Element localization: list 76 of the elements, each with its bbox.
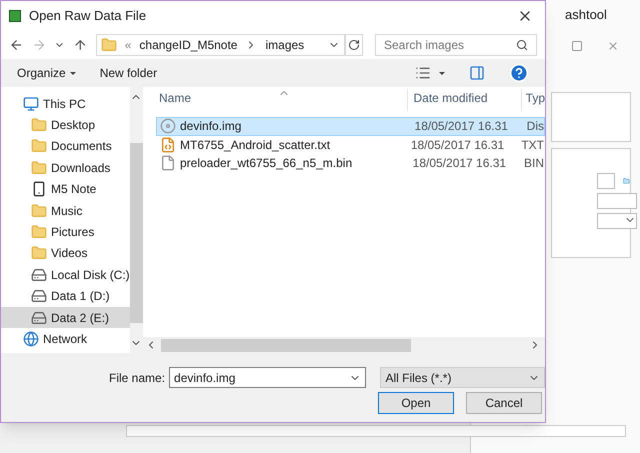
up-icon[interactable] — [73, 37, 88, 53]
dropdown[interactable] — [597, 213, 637, 229]
nav-item[interactable]: Data 2 (E:) — [1, 306, 130, 328]
refresh-button[interactable] — [344, 34, 363, 56]
file-name: devinfo.img — [180, 118, 242, 136]
dialog-title: Open Raw Data File — [29, 7, 148, 26]
computer-icon — [23, 96, 39, 112]
column-header[interactable]: Typ — [522, 89, 545, 111]
drive-icon — [31, 288, 47, 304]
cancel-button[interactable]: Cancel — [466, 392, 542, 414]
column-header[interactable]: Name — [141, 89, 408, 111]
nav-item[interactable]: Desktop — [1, 114, 130, 136]
file-name: preloader_wt6755_66_n5_m.bin — [180, 155, 352, 172]
nav-item[interactable]: Data 1 (D:) — [1, 286, 130, 307]
text-field[interactable] — [597, 173, 616, 189]
type-cell-text: BIN — [522, 155, 544, 172]
file-type-dropdown[interactable]: All Files (*.*) — [380, 367, 545, 388]
preview-pane-icon[interactable] — [469, 65, 485, 81]
folder-icon — [31, 245, 47, 262]
horizontal-scrollbar[interactable] — [141, 337, 545, 353]
breadcrumb-item[interactable]: images — [265, 36, 304, 54]
folder-icon — [31, 160, 47, 176]
search-icon — [516, 39, 528, 51]
file-name: MT6755_Android_scatter.txt — [180, 136, 330, 154]
new-folder-button[interactable]: New folder — [100, 64, 158, 82]
script-file-icon — [160, 136, 176, 153]
breadcrumb-overflow[interactable]: « — [124, 36, 132, 54]
help-icon[interactable] — [509, 63, 529, 83]
nav-item[interactable]: Pictures — [1, 221, 130, 243]
maximize-icon[interactable] — [571, 40, 583, 52]
window-title: ashtool — [565, 6, 607, 24]
network-icon — [23, 330, 39, 347]
nav-item[interactable]: This PC — [1, 93, 130, 114]
scroll-thumb[interactable] — [161, 338, 411, 352]
date-cell-text: 18/05/2017 16.31 — [410, 136, 506, 154]
nav-item[interactable]: Videos — [1, 242, 130, 264]
date-cell-text: 18/05/2017 16.31 — [414, 118, 509, 136]
drive-icon — [31, 266, 47, 283]
date-cell-text: 18/05/2017 16.31 — [412, 155, 508, 172]
forward-icon[interactable] — [32, 37, 46, 53]
folder-icon — [31, 202, 47, 219]
file-row[interactable]: devinfo.img 18/05/2017 16.31 Dis — [156, 117, 545, 136]
scroll-thumb[interactable] — [130, 143, 143, 323]
breadcrumb-item[interactable]: changeID_M5note — [139, 36, 238, 54]
caret-icon — [70, 72, 76, 74]
disc-file-icon — [160, 118, 176, 134]
file-icon — [160, 155, 176, 172]
column-header[interactable]: Date modified — [408, 89, 522, 111]
organize-button[interactable]: Organize — [17, 64, 76, 82]
file-row[interactable]: MT6755_Android_scatter.txt 18/05/2017 16.31 TXT — [156, 136, 545, 154]
nav-item[interactable]: Network — [1, 328, 130, 350]
nav-item[interactable]: Music — [1, 200, 130, 222]
type-cell-text: TXT — [520, 136, 544, 154]
caret-icon[interactable] — [439, 72, 445, 74]
folder-icon — [31, 138, 47, 154]
nav-item[interactable]: Local Disk (C:) — [1, 264, 130, 286]
file-name-field[interactable]: devinfo.img — [169, 367, 366, 388]
folder-icon — [31, 117, 47, 134]
search-field[interactable]: Search images — [374, 34, 538, 56]
nav-item[interactable]: Documents — [1, 136, 130, 158]
file-row[interactable]: preloader_wt6755_66_n5_m.bin 18/05/2017 16.31 BIN — [156, 154, 545, 172]
app-icon — [9, 10, 21, 22]
address-bar[interactable]: « changeID_M5note images — [96, 34, 345, 56]
folder-icon — [100, 37, 117, 53]
type-cell-text: Dis — [526, 118, 544, 136]
text-field[interactable] — [597, 193, 637, 209]
refresh-icon — [348, 39, 360, 51]
back-icon[interactable] — [9, 37, 24, 53]
nav-item[interactable]: M5 Note — [1, 178, 130, 200]
view-icon[interactable] — [415, 65, 431, 81]
open-button[interactable]: Open — [378, 392, 454, 414]
phone-icon — [31, 181, 47, 198]
nav-item[interactable]: Downloads — [1, 157, 130, 179]
file-name-label: File name: — [109, 370, 166, 386]
folder-icon — [31, 224, 47, 240]
drive-icon — [31, 310, 47, 326]
